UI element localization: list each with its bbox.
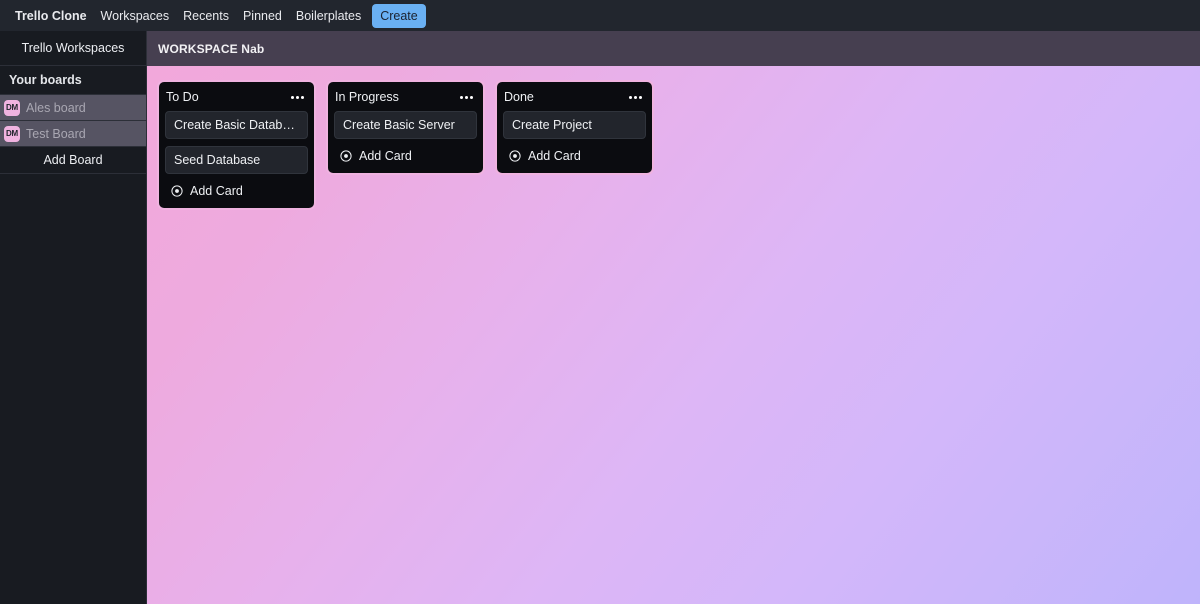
create-button[interactable]: Create bbox=[372, 3, 426, 28]
nav-pinned[interactable]: Pinned bbox=[236, 5, 289, 27]
workspace-header-title: WORKSPACE Nab bbox=[158, 41, 265, 56]
list-header: To Do bbox=[165, 89, 308, 104]
app-root: Trello Clone Workspaces Recents Pinned Boil… bbox=[0, 0, 1200, 604]
board-card[interactable]: Seed Database bbox=[165, 146, 308, 174]
list-header: In Progress bbox=[334, 89, 477, 104]
list-menu-ellipsis-icon[interactable] bbox=[289, 92, 306, 103]
top-navigation-bar: Trello Clone Workspaces Recents Pinned Boil… bbox=[0, 0, 1200, 31]
board-list-column: In Progress Create Basic Server Add Card bbox=[326, 80, 485, 175]
sidebar-empty-space bbox=[0, 174, 146, 604]
board-card[interactable]: Create Project bbox=[503, 111, 646, 139]
add-card-label: Add Card bbox=[528, 149, 581, 163]
list-menu-ellipsis-icon[interactable] bbox=[458, 92, 475, 103]
sidebar-your-boards-heading: Your boards bbox=[0, 66, 146, 95]
list-title: To Do bbox=[166, 90, 199, 104]
board-card[interactable]: Create Basic Database bbox=[165, 111, 308, 139]
board-canvas: To Do Create Basic Database Seed Database A… bbox=[147, 66, 1200, 604]
add-card-button[interactable]: Add Card bbox=[503, 146, 646, 165]
sidebar-board-list: DM Ales board DM Test Board bbox=[0, 95, 146, 147]
add-board-button[interactable]: Add Board bbox=[0, 147, 146, 174]
add-card-label: Add Card bbox=[359, 149, 412, 163]
list-title: Done bbox=[504, 90, 534, 104]
nav-boilerplates[interactable]: Boilerplates bbox=[289, 5, 368, 27]
nav-workspaces[interactable]: Workspaces bbox=[94, 5, 177, 27]
list-title: In Progress bbox=[335, 90, 399, 104]
list-header: Done bbox=[503, 89, 646, 104]
sidebar-workspaces-title[interactable]: Trello Workspaces bbox=[0, 31, 146, 66]
list-menu-ellipsis-icon[interactable] bbox=[627, 92, 644, 103]
sidebar-board-label: Ales board bbox=[26, 100, 86, 115]
board-list-column: To Do Create Basic Database Seed Database A… bbox=[157, 80, 316, 210]
app-brand-title: Trello Clone bbox=[15, 8, 87, 23]
add-card-button[interactable]: Add Card bbox=[334, 146, 477, 165]
workspace-header: WORKSPACE Nab bbox=[147, 31, 1200, 66]
sidebar-board-label: Test Board bbox=[26, 126, 86, 141]
sidebar-board-item[interactable]: DM Test Board bbox=[0, 121, 146, 147]
board-avatar: DM bbox=[4, 99, 20, 116]
nav-recents[interactable]: Recents bbox=[176, 5, 236, 27]
add-card-label: Add Card bbox=[190, 184, 243, 198]
main-content: WORKSPACE Nab To Do Create Basic Database… bbox=[147, 31, 1200, 604]
circle-plus-icon bbox=[171, 185, 183, 197]
circle-plus-icon bbox=[509, 150, 521, 162]
board-avatar: DM bbox=[4, 125, 20, 142]
body-wrapper: Trello Workspaces Your boards DM Ales boa… bbox=[0, 31, 1200, 604]
top-nav-links: Workspaces Recents Pinned Boilerplates bbox=[94, 5, 369, 27]
add-card-button[interactable]: Add Card bbox=[165, 181, 308, 200]
circle-plus-icon bbox=[340, 150, 352, 162]
sidebar: Trello Workspaces Your boards DM Ales boa… bbox=[0, 31, 147, 604]
board-card[interactable]: Create Basic Server bbox=[334, 111, 477, 139]
board-list-column: Done Create Project Add Card bbox=[495, 80, 654, 175]
sidebar-board-item[interactable]: DM Ales board bbox=[0, 95, 146, 121]
